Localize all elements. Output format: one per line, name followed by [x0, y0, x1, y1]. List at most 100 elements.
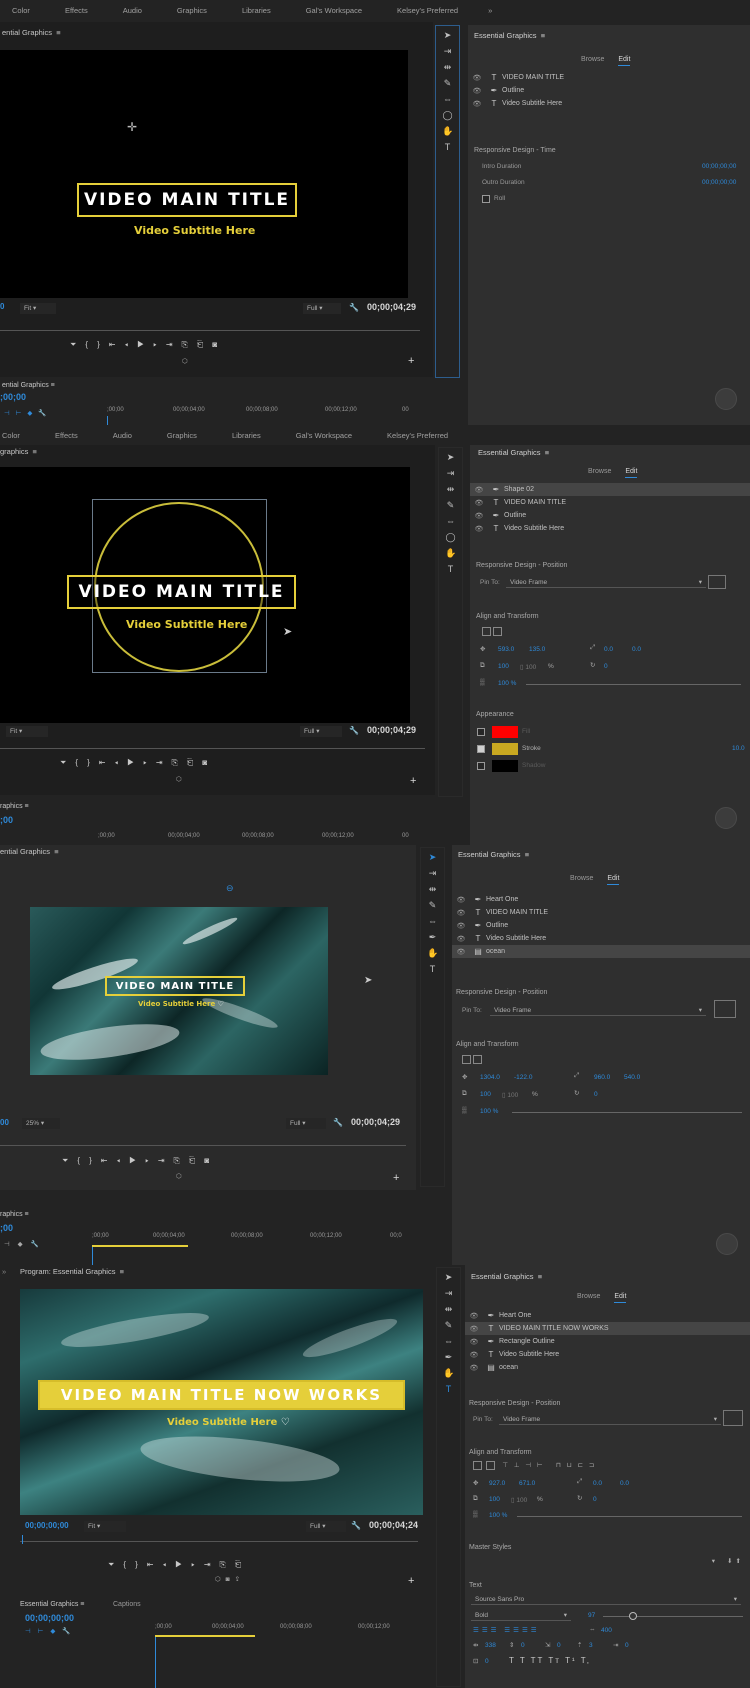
scale-value[interactable]: 100	[489, 1496, 500, 1503]
eye-icon[interactable]: 👁	[468, 74, 486, 82]
overflow-icon[interactable]: »	[2, 1267, 6, 1276]
position-x[interactable]: 927.0	[489, 1480, 505, 1487]
eye-icon[interactable]: 👁	[470, 486, 488, 494]
workspace-kelseys[interactable]: Kelsey's Preferred	[387, 431, 448, 440]
workspace-kelseys[interactable]: Kelsey's Preferred	[397, 6, 458, 15]
stroke-width[interactable]: 10.0	[732, 745, 745, 752]
layer-row[interactable]: 👁 ✒ Heart One	[465, 1309, 750, 1322]
rotation-value[interactable]: 0	[593, 1496, 597, 1503]
eye-icon[interactable]: 👁	[465, 1325, 483, 1333]
ripple-edit-icon[interactable]: ⇹	[442, 62, 453, 73]
zoom-select[interactable]: Fit ▾	[20, 303, 56, 314]
layer-row[interactable]: 👁 ✒ Rectangle Outline	[465, 1335, 750, 1348]
scale-value[interactable]: 100	[498, 663, 509, 670]
pin-widget[interactable]	[708, 575, 726, 589]
ripple-edit-icon[interactable]: ⇹	[443, 1304, 454, 1315]
anchor-x[interactable]: 0.0	[593, 1480, 602, 1487]
hand-tool-icon[interactable]: ✋	[427, 948, 438, 959]
add-button[interactable]: +	[410, 775, 416, 787]
resolution-select[interactable]: Full ▾	[306, 1521, 346, 1532]
workspace-graphics[interactable]: Graphics	[177, 6, 207, 15]
zoom-select[interactable]: Fit ▾	[6, 726, 48, 737]
workspace-libraries[interactable]: Libraries	[242, 6, 271, 15]
compare-icon[interactable]: ⬡	[176, 775, 182, 783]
eye-icon[interactable]: 👁	[452, 935, 470, 943]
tab-edit[interactable]: Edit	[625, 468, 638, 478]
selection-tool-icon[interactable]: ➤	[445, 452, 456, 463]
playhead-timecode[interactable]: 0	[0, 302, 4, 311]
shadow-swatch[interactable]	[492, 760, 518, 772]
kerning-value[interactable]: 338	[485, 1642, 496, 1649]
wrench-icon[interactable]: 🔧	[349, 303, 359, 312]
transport-controls[interactable]: ⏷{}⇤◂▶▸⇥⎘⎗	[108, 1560, 250, 1570]
type-tool-icon[interactable]: T	[442, 142, 453, 153]
anchor-y[interactable]: 0.0	[620, 1480, 629, 1487]
position-y[interactable]: -122.0	[514, 1074, 532, 1081]
playhead[interactable]	[22, 1535, 23, 1544]
fill-swatch[interactable]	[492, 726, 518, 738]
master-style-arrows[interactable]: ⬇⬆	[727, 1557, 744, 1565]
layer-row[interactable]: 👁 T VIDEO MAIN TITLE	[452, 906, 750, 919]
stroke-checkbox[interactable]	[477, 745, 485, 753]
tab-browse[interactable]: Browse	[570, 875, 593, 882]
hand-tool-icon[interactable]: ✋	[445, 548, 456, 559]
video-subtitle[interactable]: Video Subtitle Here ♡	[138, 1000, 224, 1008]
position-x[interactable]: 593.0	[498, 646, 514, 653]
timeline-tools[interactable]: ⊣⊢◆🔧	[4, 409, 52, 417]
workspace-effects[interactable]: Effects	[65, 6, 88, 15]
hand-tool-icon[interactable]: ✋	[443, 1368, 454, 1379]
font-size-slider[interactable]	[603, 1616, 743, 1617]
scrub-bar[interactable]	[0, 1145, 406, 1146]
ripple-edit-icon[interactable]: ⇹	[427, 884, 438, 895]
eye-icon[interactable]: 👁	[452, 922, 470, 930]
transport-controls[interactable]: ⏷{}⇤◂▶▸⇥⎘⎗◙	[60, 758, 216, 768]
eye-icon[interactable]: 👁	[465, 1338, 483, 1346]
video-frame[interactable]: ✛ VIDEO MAIN TITLE Video Subtitle Here	[0, 50, 408, 298]
font-size[interactable]: 97	[588, 1612, 595, 1619]
timeline-timecode[interactable]: ;00;00	[0, 392, 26, 402]
track-select-icon[interactable]: ⇥	[443, 1288, 454, 1299]
video-subtitle[interactable]: Video Subtitle Here ♡	[167, 1417, 290, 1428]
outro-value[interactable]: 00;00;00;00	[702, 179, 736, 186]
position-y[interactable]: 671.0	[519, 1480, 535, 1487]
tab-browse[interactable]: Browse	[577, 1293, 600, 1300]
slip-icon[interactable]: ⇔	[443, 1336, 454, 1347]
track-select-icon[interactable]: ⇥	[442, 46, 453, 57]
resolution-select[interactable]: Full ▾	[286, 1118, 326, 1129]
eye-icon[interactable]: 👁	[465, 1312, 483, 1320]
resolution-select[interactable]: Full ▾	[300, 726, 342, 737]
compare-icon[interactable]: ⬡	[182, 357, 188, 365]
opacity-value[interactable]: 100 %	[498, 680, 516, 687]
timeline-timecode[interactable]: ;00	[0, 815, 13, 825]
playhead[interactable]	[155, 1637, 156, 1688]
playhead-timecode[interactable]: 00;00;00;00	[25, 1521, 69, 1530]
pen-tool-icon[interactable]: ✒	[443, 1352, 454, 1363]
tab-edit[interactable]: Edit	[618, 56, 631, 66]
workspace-audio[interactable]: Audio	[123, 6, 142, 15]
slip-icon[interactable]: ⇔	[427, 916, 438, 927]
layer-row[interactable]: 👁 T VIDEO MAIN TITLE	[468, 71, 750, 84]
selection-tool-icon[interactable]: ➤	[442, 30, 453, 41]
timeline-tools[interactable]: ⊣◆🔧	[4, 1240, 47, 1248]
add-button[interactable]: +	[408, 1575, 414, 1587]
resolution-select[interactable]: Full ▾	[303, 303, 341, 314]
eye-icon[interactable]: 👁	[452, 948, 470, 956]
opacity-slider[interactable]	[517, 1516, 742, 1517]
font-select[interactable]: Source Sans Pro ▾	[471, 1594, 741, 1605]
transport-controls[interactable]: ⏷{}⇤◂▶▸⇥⎘⎗◙	[62, 1156, 218, 1166]
work-area-bar[interactable]	[155, 1635, 255, 1637]
wrench-icon[interactable]: 🔧	[351, 1521, 361, 1530]
video-main-title[interactable]: VIDEO MAIN TITLE NOW WORKS	[38, 1380, 405, 1410]
shadow-checkbox[interactable]	[477, 762, 485, 770]
layer-row[interactable]: 👁 T VIDEO MAIN TITLE	[470, 496, 750, 509]
layer-row[interactable]: 👁 ✒ Heart One	[452, 893, 750, 906]
ripple-edit-icon[interactable]: ⇹	[445, 484, 456, 495]
paragraph-align-buttons[interactable]: ☰☰☰ ☰☰☰☰	[473, 1626, 540, 1634]
scrub-bar[interactable]	[20, 1541, 418, 1542]
playhead[interactable]	[107, 416, 108, 425]
add-button[interactable]: +	[393, 1172, 399, 1184]
type-tool-icon[interactable]: T	[427, 964, 438, 975]
pin-to-select[interactable]: Video Frame ▾	[490, 1005, 706, 1016]
pin-to-select[interactable]: Video Frame ▾	[506, 577, 706, 588]
roll-checkbox[interactable]	[482, 195, 490, 203]
